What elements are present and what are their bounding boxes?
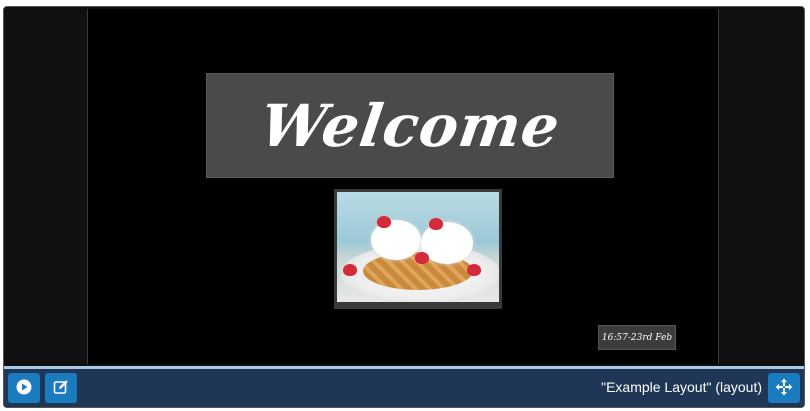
strawberry-shape — [429, 218, 443, 230]
layout-canvas: Welcome 16:57-23rd Feb — [87, 9, 719, 364]
layout-preview-window: Welcome 16:57-23rd Feb "Example Layout" … — [3, 6, 805, 408]
clock-region: 16:57-23rd Feb — [598, 325, 676, 350]
clock-text: 16:57-23rd Feb — [601, 332, 673, 343]
strawberry-shape — [415, 252, 429, 264]
image-region — [334, 189, 502, 309]
edit-icon — [53, 379, 69, 398]
move-button[interactable] — [768, 373, 800, 403]
move-icon — [775, 378, 793, 399]
play-icon — [16, 379, 32, 398]
edit-button[interactable] — [45, 373, 77, 403]
layout-name-label: "Example Layout" (layout) — [601, 379, 762, 395]
strawberry-shape — [377, 216, 391, 228]
waffle-photo — [337, 192, 499, 302]
welcome-text: Welcome — [255, 91, 565, 160]
welcome-region: Welcome — [206, 73, 614, 178]
preview-toolbar: "Example Layout" (layout) — [4, 369, 804, 407]
strawberry-shape — [343, 264, 357, 276]
preview-stage: Welcome 16:57-23rd Feb — [4, 7, 804, 366]
play-button[interactable] — [8, 373, 40, 403]
strawberry-shape — [467, 264, 481, 276]
